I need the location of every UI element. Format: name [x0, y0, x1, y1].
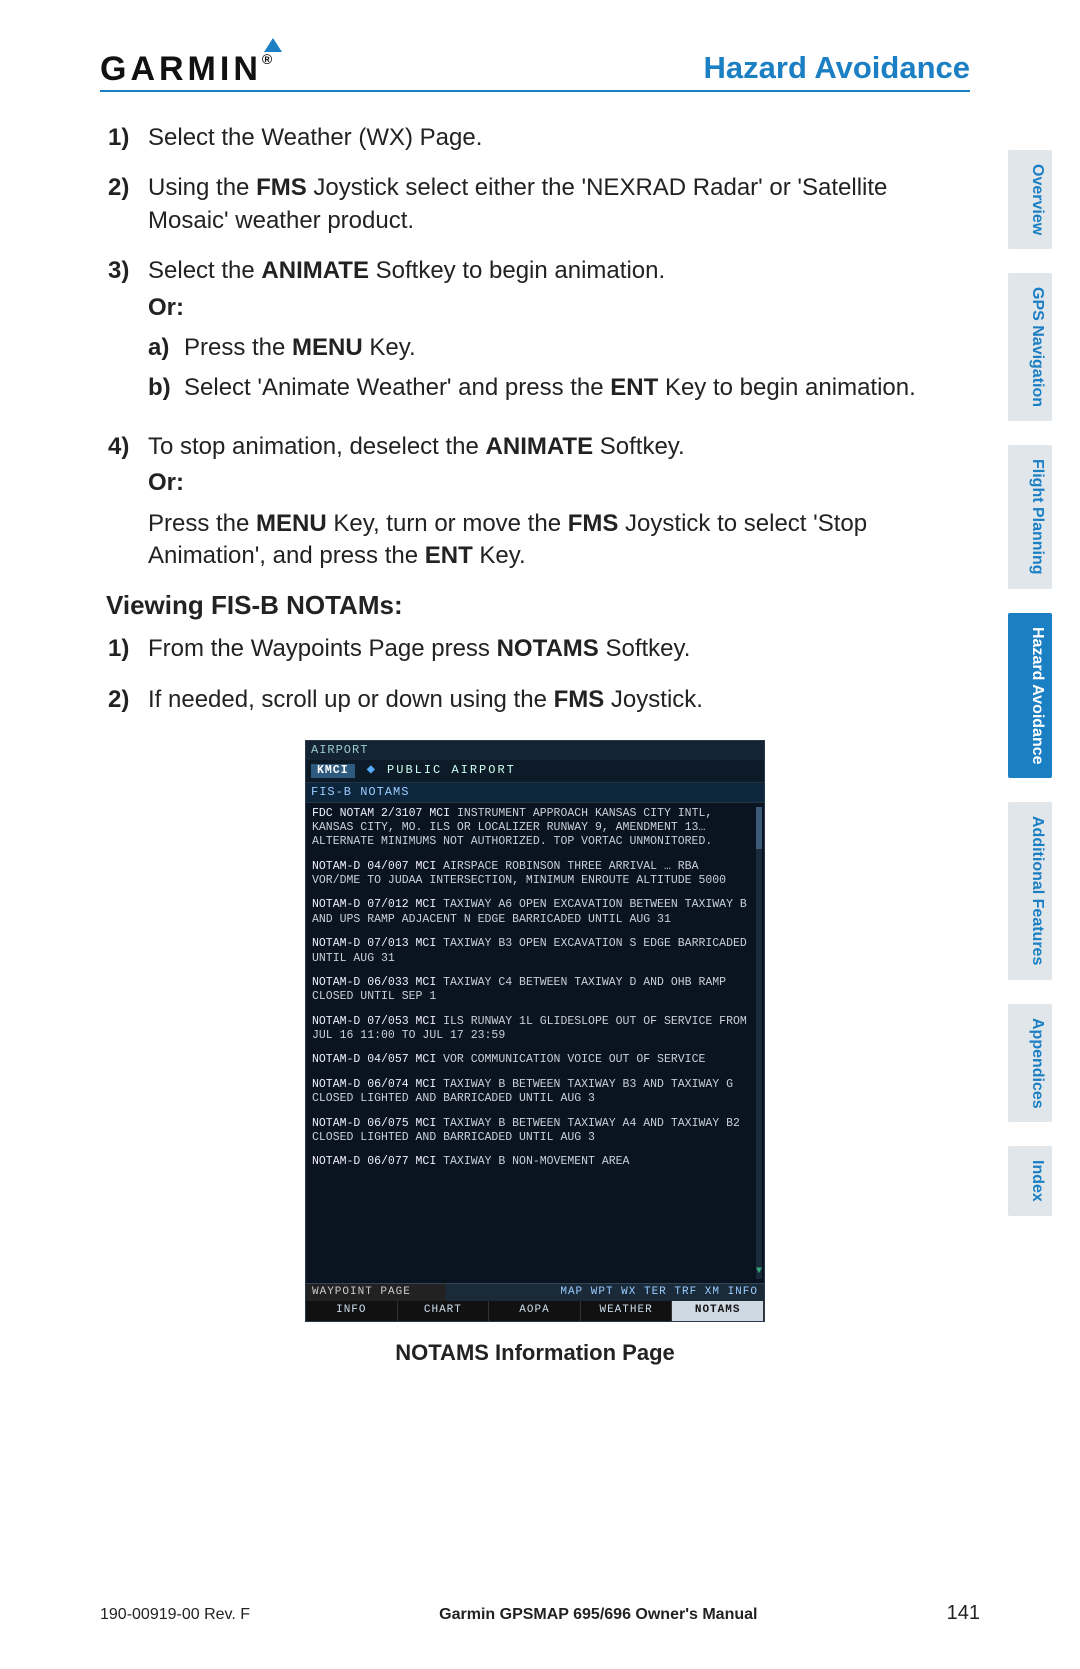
step-tail: Press the MENU Key, turn or move the FMS… — [148, 508, 970, 573]
airport-ident: KMCI — [311, 764, 355, 778]
notam-body: VOR COMMUNICATION VOICE OUT OF SERVICE — [443, 1053, 705, 1066]
notam-entry: NOTAM-D 04/057 MCI VOR COMMUNICATION VOI… — [312, 1053, 758, 1067]
notam-id: NOTAM-D 06/033 MCI — [312, 976, 443, 989]
thumb-tab-appendices[interactable]: Appendices — [1008, 1004, 1052, 1123]
step-number: 1) — [108, 122, 148, 154]
substep-letter: a) — [148, 332, 184, 364]
device-page-bar: WAYPOINT PAGE MAP WPT WX TER TRF XM INFO — [306, 1283, 764, 1302]
doc-title: Garmin GPSMAP 695/696 Owner's Manual — [439, 1606, 757, 1624]
substep-body: Select 'Animate Weather' and press the E… — [184, 372, 916, 404]
notam-id: NOTAM-D 04/007 MCI — [312, 860, 443, 873]
airport-type: PUBLIC AIRPORT — [387, 763, 516, 778]
step-number: 2) — [108, 172, 148, 237]
softkey-info[interactable]: INFO — [306, 1301, 398, 1321]
procedure-steps-notams: 1)From the Waypoints Page press NOTAMS S… — [100, 633, 970, 716]
softkey-notams[interactable]: NOTAMS — [672, 1301, 764, 1321]
thumb-tab-index[interactable]: Index — [1008, 1146, 1052, 1216]
section-heading-fisb-notams: Viewing FIS-B NOTAMs: — [106, 590, 970, 621]
notam-entry: NOTAM-D 07/012 MCI TAXIWAY A6 OPEN EXCAV… — [312, 898, 758, 927]
page-number: 141 — [947, 1602, 980, 1625]
notam-id: NOTAM-D 06/074 MCI — [312, 1078, 443, 1091]
notam-entry: NOTAM-D 06/074 MCI TAXIWAY B BETWEEN TAX… — [312, 1078, 758, 1107]
brand-text: GARMIN — [100, 50, 262, 88]
step: 2)If needed, scroll up or down using the… — [108, 684, 970, 716]
step-body: If needed, scroll up or down using the F… — [148, 684, 970, 716]
doc-revision: 190-00919-00 Rev. F — [100, 1606, 250, 1624]
garmin-logo: GARMIN® — [100, 52, 276, 86]
substeps: a)Press the MENU Key.b)Select 'Animate W… — [148, 332, 970, 405]
step-body: Select the Weather (WX) Page. — [148, 122, 970, 154]
step-body: From the Waypoints Page press NOTAMS Sof… — [148, 633, 970, 665]
notam-id: NOTAM-D 07/053 MCI — [312, 1015, 443, 1028]
notam-id: NOTAM-D 06/077 MCI — [312, 1155, 443, 1168]
substep-body: Press the MENU Key. — [184, 332, 416, 364]
notam-entry: NOTAM-D 07/053 MCI ILS RUNWAY 1L GLIDESL… — [312, 1015, 758, 1044]
step: 1)Select the Weather (WX) Page. — [108, 122, 970, 154]
or-label: Or: — [148, 467, 970, 499]
softkey-weather[interactable]: WEATHER — [581, 1301, 673, 1321]
notam-entry: NOTAM-D 06/077 MCI TAXIWAY B NON-MOVEMEN… — [312, 1155, 758, 1169]
step-number: 4) — [108, 431, 148, 573]
scrollbar[interactable]: ▼ — [756, 807, 762, 1279]
thumb-tab-hazard-avoidance[interactable]: Hazard Avoidance — [1008, 613, 1052, 779]
notam-id: NOTAM-D 07/013 MCI — [312, 937, 443, 950]
softkey-chart[interactable]: CHART — [398, 1301, 490, 1321]
step-number: 3) — [108, 255, 148, 413]
thumb-tab-flight-planning[interactable]: Flight Planning — [1008, 445, 1052, 589]
thumb-tab-gps-navigation[interactable]: GPS Navigation — [1008, 273, 1052, 421]
step-body: Select the ANIMATE Softkey to begin anim… — [148, 255, 970, 413]
page-tabs: MAP WPT WX TER TRF XM INFO — [446, 1284, 764, 1302]
notam-id: NOTAM-D 04/057 MCI — [312, 1053, 443, 1066]
page-footer: 190-00919-00 Rev. F Garmin GPSMAP 695/69… — [100, 1602, 980, 1625]
page-label: WAYPOINT PAGE — [306, 1284, 446, 1302]
substep: a)Press the MENU Key. — [148, 332, 970, 364]
notam-entry: FDC NOTAM 2/3107 MCI INSTRUMENT APPROACH… — [312, 807, 758, 850]
notam-entry: NOTAM-D 07/013 MCI TAXIWAY B3 OPEN EXCAV… — [312, 937, 758, 966]
notam-entry: NOTAM-D 06/075 MCI TAXIWAY B BETWEEN TAX… — [312, 1117, 758, 1146]
page-header: GARMIN® Hazard Avoidance — [100, 50, 970, 92]
section-thumb-tabs: Overview GPS Navigation Flight Planning Haz… — [1008, 150, 1052, 1216]
notam-id: FDC NOTAM 2/3107 MCI — [312, 807, 457, 820]
or-label: Or: — [148, 292, 970, 324]
step-number: 1) — [108, 633, 148, 665]
device-screenshot-notams-page: AIRPORT KMCI ◆ PUBLIC AIRPORT FIS-B NOTA… — [305, 740, 765, 1322]
device-titlebar: AIRPORT — [306, 741, 764, 760]
logo-triangle-icon — [264, 38, 282, 52]
figure-caption: NOTAMS Information Page — [100, 1340, 970, 1366]
step-number: 2) — [108, 684, 148, 716]
step: 1)From the Waypoints Page press NOTAMS S… — [108, 633, 970, 665]
notam-id: NOTAM-D 06/075 MCI — [312, 1117, 443, 1130]
notam-entry: NOTAM-D 04/007 MCI AIRSPACE ROBINSON THR… — [312, 860, 758, 889]
step: 4)To stop animation, deselect the ANIMAT… — [108, 431, 970, 573]
notam-entry: NOTAM-D 06/033 MCI TAXIWAY C4 BETWEEN TA… — [312, 976, 758, 1005]
substep: b)Select 'Animate Weather' and press the… — [148, 372, 970, 404]
procedure-steps-animate: 1)Select the Weather (WX) Page.2)Using t… — [100, 122, 970, 572]
step: 3)Select the ANIMATE Softkey to begin an… — [108, 255, 970, 413]
diamond-icon: ◆ — [367, 762, 375, 780]
notam-list: ▼ FDC NOTAM 2/3107 MCI INSTRUMENT APPROA… — [306, 803, 764, 1283]
substep-letter: b) — [148, 372, 184, 404]
notam-body: TAXIWAY B NON-MOVEMENT AREA — [443, 1155, 629, 1168]
softkey-bar: INFOCHARTAOPAWEATHERNOTAMS — [306, 1301, 764, 1321]
device-section-header: FIS-B NOTAMS — [306, 782, 764, 803]
chapter-title: Hazard Avoidance — [704, 50, 970, 86]
step-body: To stop animation, deselect the ANIMATE … — [148, 431, 970, 573]
notam-id: NOTAM-D 07/012 MCI — [312, 898, 443, 911]
device-ident-row: KMCI ◆ PUBLIC AIRPORT — [306, 760, 764, 782]
brand-reg-mark: ® — [262, 51, 276, 67]
thumb-tab-overview[interactable]: Overview — [1008, 150, 1052, 249]
thumb-tab-additional-features[interactable]: Additional Features — [1008, 802, 1052, 979]
step-body: Using the FMS Joystick select either the… — [148, 172, 970, 237]
step: 2)Using the FMS Joystick select either t… — [108, 172, 970, 237]
softkey-aopa[interactable]: AOPA — [489, 1301, 581, 1321]
